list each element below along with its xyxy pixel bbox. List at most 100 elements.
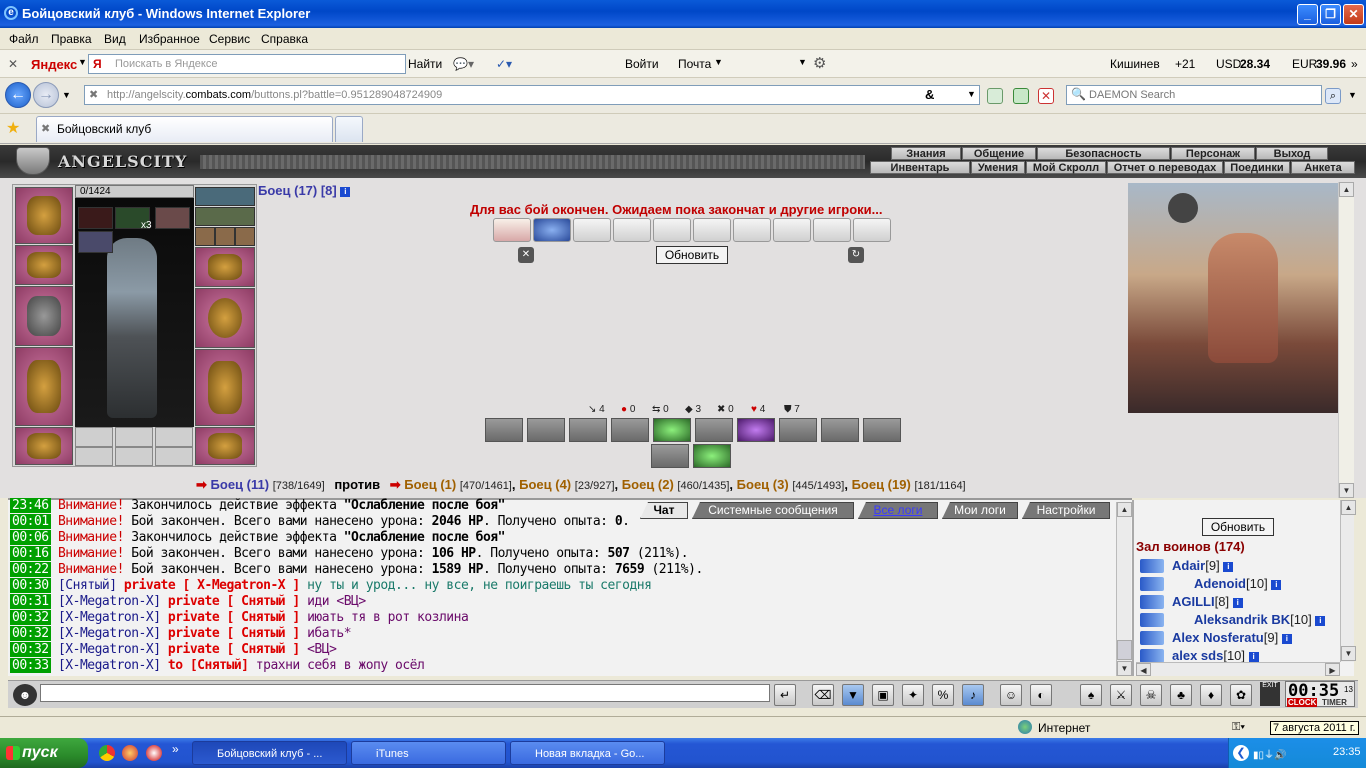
skill-button[interactable]: [485, 418, 523, 442]
warrior-entry[interactable]: AGILLI[8] i: [1172, 594, 1243, 609]
character-image[interactable]: x3: [75, 198, 194, 427]
armor-slot[interactable]: [15, 347, 73, 426]
buff-icon[interactable]: [78, 207, 113, 229]
skull-icon[interactable]: ☠: [1140, 684, 1162, 706]
warrior-name[interactable]: Alex Nosferatu: [1172, 630, 1264, 645]
usd-value[interactable]: 28.34: [1240, 57, 1270, 71]
warriors-refresh-button[interactable]: Обновить: [1202, 518, 1274, 536]
menu-tools[interactable]: Сервис: [209, 32, 250, 46]
info-icon[interactable]: i: [1248, 651, 1259, 662]
opera-icon[interactable]: [146, 745, 162, 761]
new-tab-button[interactable]: [335, 116, 363, 142]
info-icon[interactable]: i: [1271, 579, 1282, 590]
task-itunes[interactable]: iTunes: [351, 741, 506, 765]
chat-time[interactable]: 00:32: [10, 626, 51, 641]
emblem-icon[interactable]: ✿: [1230, 684, 1252, 706]
opponent-name[interactable]: Боец (1): [404, 477, 456, 492]
rune-slot[interactable]: [115, 447, 153, 466]
warrior-entry[interactable]: Aleksandrik BK[10] i: [1194, 612, 1326, 627]
compat-icon[interactable]: [987, 88, 1003, 104]
menu-profile[interactable]: Анкета: [1291, 161, 1355, 174]
menu-security[interactable]: Безопасность: [1037, 147, 1170, 160]
amulet-slot[interactable]: [195, 187, 255, 206]
chat-author[interactable]: [X-Megatron-X]: [58, 658, 161, 673]
smile-icon[interactable]: ☺: [1000, 684, 1022, 706]
scroll-left-icon[interactable]: ✕: [518, 247, 534, 263]
info-icon[interactable]: i: [1232, 597, 1243, 608]
chat-private-target[interactable]: private [ Снятый ]: [161, 642, 300, 657]
mail-dropdown-icon[interactable]: ▼: [714, 57, 723, 67]
scroll-down-icon[interactable]: ▼: [1117, 661, 1132, 676]
favorites-star-icon[interactable]: ★: [6, 118, 20, 138]
close-toolbar-icon[interactable]: ✕: [8, 57, 18, 71]
daemon-search-input[interactable]: 🔍 DAEMON Search: [1066, 85, 1322, 105]
eraser-icon[interactable]: ⌫: [812, 684, 834, 706]
chat-time[interactable]: 00:32: [10, 642, 51, 657]
warrior-name[interactable]: Aleksandrik BK: [1194, 612, 1290, 627]
tray-clock[interactable]: 23:35: [1333, 746, 1361, 758]
address-input[interactable]: ✖ http://angelscity.combats.com/buttons.…: [84, 85, 980, 105]
ring-slot[interactable]: [75, 427, 113, 447]
refresh-battle-button[interactable]: Обновить: [656, 246, 728, 264]
opponent-image[interactable]: [1128, 183, 1338, 413]
boots-slot[interactable]: [195, 427, 255, 465]
protected-mode-icon[interactable]: ⚿▾: [1232, 721, 1245, 734]
chat-author[interactable]: [X-Megatron-X]: [58, 626, 161, 641]
spellcheck-icon[interactable]: ✓▾: [496, 57, 512, 71]
send-icon[interactable]: ↵: [774, 684, 796, 706]
gloves-slot[interactable]: [195, 247, 255, 287]
stop-icon[interactable]: ✕: [1038, 88, 1054, 104]
warrior-status-icon[interactable]: [1140, 595, 1164, 609]
warrior-status-icon[interactable]: [1140, 649, 1164, 663]
fighter-left[interactable]: Боец (11): [211, 477, 270, 492]
fighter-icon[interactable]: ✦: [902, 684, 924, 706]
refresh-icon[interactable]: [1013, 88, 1029, 104]
skill-button[interactable]: [779, 418, 817, 442]
group-icon[interactable]: ♦: [1200, 684, 1222, 706]
clock-tab[interactable]: CLOCK: [1287, 698, 1318, 707]
overflow-chevron-icon[interactable]: »: [1351, 57, 1358, 71]
buff-icon[interactable]: [155, 207, 190, 229]
menu-fights[interactable]: Поединки: [1224, 161, 1290, 174]
skill-button[interactable]: [693, 444, 731, 468]
warrior-entry[interactable]: Adair[9] i: [1172, 558, 1234, 573]
menu-file[interactable]: Файл: [9, 32, 39, 46]
tab-system-messages[interactable]: Системные сообщения: [692, 502, 854, 519]
skill-button[interactable]: [863, 418, 901, 442]
chat-private-target[interactable]: to [Снятый]: [161, 658, 249, 673]
scroll-slot-empty[interactable]: [693, 218, 731, 242]
skill-button[interactable]: [821, 418, 859, 442]
scroll-thumb[interactable]: [1117, 640, 1132, 660]
helmet-slot[interactable]: [15, 187, 73, 244]
menu-knowledge[interactable]: Знания: [891, 147, 961, 160]
skill-button[interactable]: [527, 418, 565, 442]
warrior-entry[interactable]: Alex Nosferatu[9] i: [1172, 630, 1292, 645]
scroll-right-icon[interactable]: ↻: [848, 247, 864, 263]
chat-time[interactable]: 00:01: [10, 514, 51, 529]
chrome-icon[interactable]: [99, 745, 115, 761]
belt-slot[interactable]: [15, 427, 73, 465]
filter-icon[interactable]: ▼: [842, 684, 864, 706]
warrior-status-icon[interactable]: [1140, 631, 1164, 645]
scroll-down-icon[interactable]: ▼: [1341, 646, 1356, 661]
ring-slot[interactable]: [155, 427, 193, 447]
tab-settings[interactable]: Настройки: [1022, 502, 1110, 519]
chat-bubble-icon[interactable]: 💬▾: [453, 57, 474, 71]
speaker-head-icon[interactable]: ☻: [13, 684, 37, 706]
warrior-name[interactable]: Adenoid: [1194, 576, 1246, 591]
scroll-up-icon[interactable]: ▲: [1117, 502, 1132, 517]
chat-time[interactable]: 00:22: [10, 562, 51, 577]
maximize-button[interactable]: ❐: [1320, 4, 1341, 25]
gear-icon[interactable]: ⚙: [813, 54, 826, 72]
chat-time[interactable]: 00:30: [10, 578, 51, 593]
skill-button[interactable]: [737, 418, 775, 442]
opponent-name[interactable]: Боец (3): [737, 477, 789, 492]
opponent-name[interactable]: Боец (4): [519, 477, 571, 492]
leggings-slot[interactable]: [195, 349, 255, 426]
scroll-slot-empty[interactable]: [653, 218, 691, 242]
info-icon[interactable]: i: [1281, 633, 1292, 644]
compat-view-icon[interactable]: &: [925, 87, 934, 102]
scroll-slot-1[interactable]: [493, 218, 531, 242]
menu-social[interactable]: Общение: [962, 147, 1036, 160]
skill-button[interactable]: [653, 418, 691, 442]
